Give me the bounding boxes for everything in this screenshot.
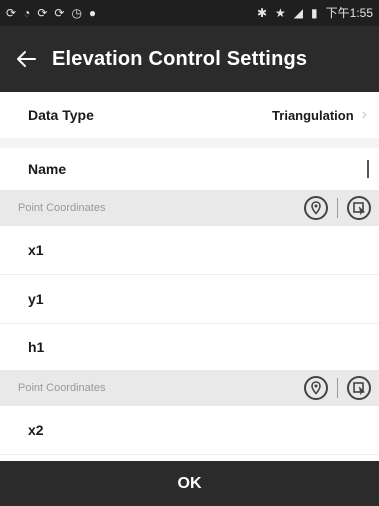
data-type-row[interactable]: Data Type Triangulation ›: [0, 92, 379, 138]
point-coordinates-section-2: Point Coordinates: [0, 370, 379, 406]
location-pin-icon: [311, 381, 321, 395]
divider: [0, 454, 379, 455]
section-tools: [304, 196, 371, 220]
location-pin-icon: [311, 201, 321, 215]
name-field[interactable]: Name: [0, 148, 379, 190]
point-coordinates-section-1: Point Coordinates: [0, 190, 379, 226]
chevron-right-icon: ›: [361, 106, 367, 123]
status-left-icons: ⟳ ◔ ⟳ ⟳ ◷ ●: [6, 7, 96, 19]
signal-icon: ◢: [293, 6, 304, 20]
data-type-label: Data Type: [28, 107, 94, 123]
star-icon: ★: [275, 6, 286, 20]
location-button[interactable]: [304, 376, 328, 400]
back-button[interactable]: [0, 26, 52, 92]
y1-label: y1: [28, 291, 44, 307]
select-point-icon: [353, 382, 366, 395]
wifi-icon: ◔: [23, 6, 31, 20]
section-tools: [304, 376, 371, 400]
sync-icon: ⟳: [54, 6, 65, 20]
page-title: Elevation Control Settings: [52, 47, 308, 70]
sync-icon: ⟳: [37, 6, 48, 20]
x2-field[interactable]: x2: [0, 406, 379, 454]
x1-label: x1: [28, 242, 44, 258]
x1-field[interactable]: x1: [0, 226, 379, 274]
alarm-icon: ◷: [71, 6, 82, 20]
sync-icon: ⟳: [6, 6, 17, 20]
battery-icon: ▮: [311, 6, 318, 20]
select-point-icon: [353, 202, 366, 215]
select-point-button[interactable]: [347, 196, 371, 220]
y1-field[interactable]: y1: [0, 275, 379, 323]
text-cursor: [367, 160, 369, 178]
location-pin-icon: ●: [88, 6, 97, 20]
status-right-icons: ✱ ★ ◢ ▮ 下午1:55: [257, 7, 373, 19]
tool-divider: [337, 198, 338, 218]
title-bar: Elevation Control Settings: [0, 26, 379, 92]
data-type-value: Triangulation: [272, 107, 354, 123]
spacer: [0, 138, 379, 148]
h1-field[interactable]: h1: [0, 324, 379, 370]
location-button[interactable]: [304, 196, 328, 220]
name-label: Name: [28, 161, 67, 177]
select-point-button[interactable]: [347, 376, 371, 400]
h1-label: h1: [28, 339, 45, 355]
section-label: Point Coordinates: [18, 202, 106, 214]
x2-label: x2: [28, 422, 44, 438]
bluetooth-icon: ✱: [256, 6, 268, 20]
ok-button[interactable]: OK: [0, 461, 379, 506]
tool-divider: [337, 378, 338, 398]
status-bar: ⟳ ◔ ⟳ ⟳ ◷ ● ✱ ★ ◢ ▮ 下午1:55: [0, 0, 379, 26]
section-label: Point Coordinates: [18, 382, 106, 394]
back-arrow-icon: [17, 51, 36, 67]
status-time: 下午1:55: [325, 6, 373, 20]
